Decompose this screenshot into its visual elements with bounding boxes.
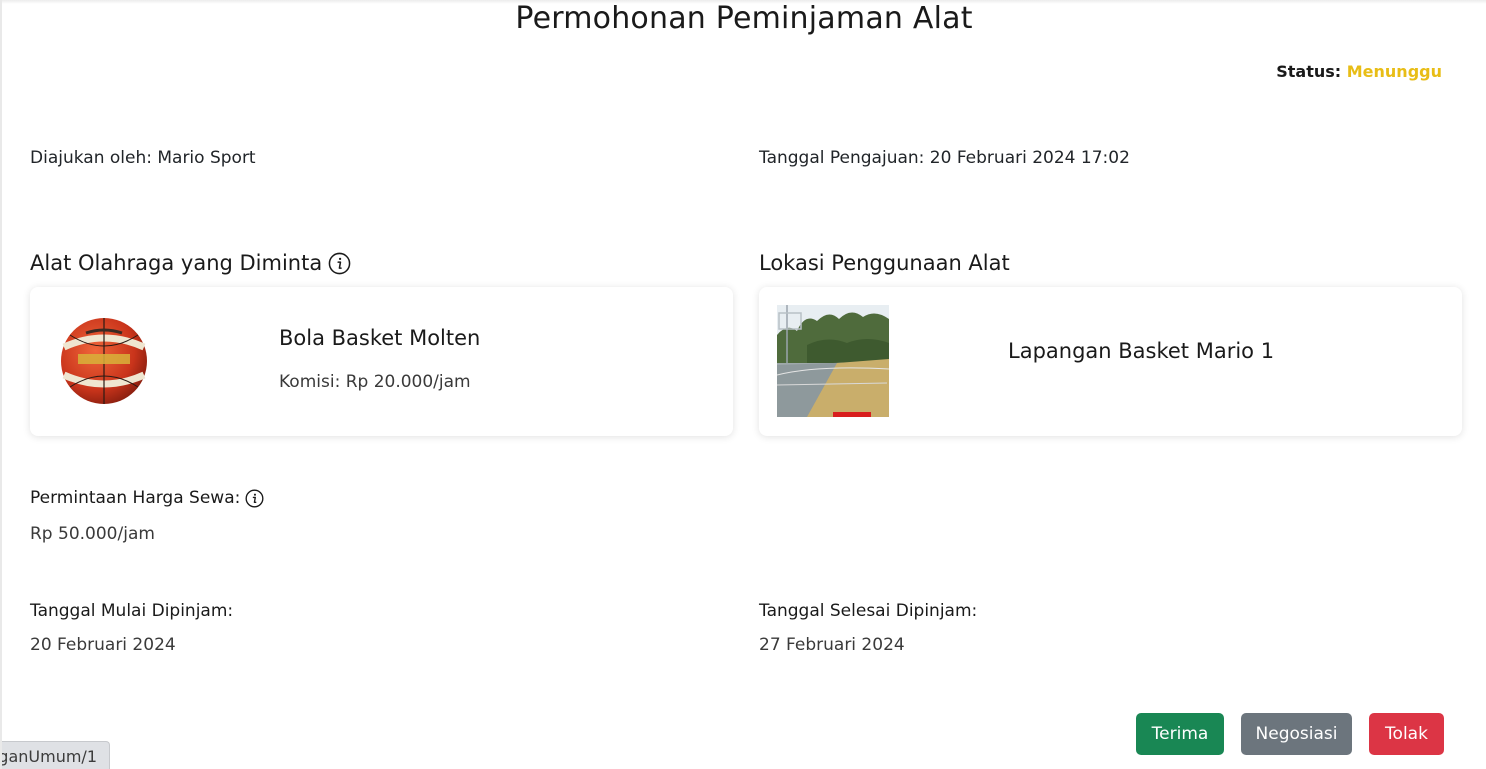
tool-card[interactable]: Bola Basket Molten Komisi: Rp 20.000/jam — [30, 287, 733, 436]
status-badge: Menunggu — [1346, 62, 1442, 81]
reject-button[interactable]: Tolak — [1369, 713, 1444, 755]
price-label: Permintaan Harga Sewa: — [30, 488, 264, 508]
tool-name: Bola Basket Molten — [279, 326, 481, 350]
end-date-label: Tanggal Selesai Dipinjam: — [759, 601, 978, 621]
status-label: Status: — [1276, 62, 1342, 81]
tool-commission: Komisi: Rp 20.000/jam — [279, 372, 471, 392]
price-value: Rp 50.000/jam — [30, 524, 155, 544]
end-date-value: 27 Februari 2024 — [759, 635, 905, 655]
info-circle-icon[interactable] — [328, 252, 351, 275]
url-status-hint: ...ganUmum/1 — [2, 741, 110, 769]
url-status-text: ...ganUmum/1 — [2, 747, 97, 766]
negotiate-button[interactable]: Negosiasi — [1241, 713, 1352, 755]
submission-date: Tanggal Pengajuan: 20 Februari 2024 17:0… — [759, 148, 1130, 168]
page-title: Permohonan Peminjaman Alat — [515, 1, 973, 36]
start-date-label: Tanggal Mulai Dipinjam: — [30, 601, 234, 621]
location-section-title: Lokasi Penggunaan Alat — [759, 251, 1010, 275]
basketball-image — [61, 318, 147, 404]
tool-section-title-text: Alat Olahraga yang Diminta — [30, 251, 323, 275]
court-photo — [777, 305, 889, 417]
status-indicator: Status: Menunggu — [1276, 62, 1442, 81]
price-label-text: Permintaan Harga Sewa: — [30, 488, 241, 508]
accept-button[interactable]: Terima — [1136, 713, 1224, 755]
start-date-value: 20 Februari 2024 — [30, 635, 176, 655]
location-card[interactable]: Lapangan Basket Mario 1 — [759, 287, 1462, 436]
page: Permohonan Peminjaman Alat Status: Menun… — [0, 0, 1486, 769]
tool-section-title: Alat Olahraga yang Diminta — [30, 251, 351, 275]
submitted-by: Diajukan oleh: Mario Sport — [30, 148, 256, 168]
info-circle-icon[interactable] — [245, 489, 264, 508]
location-name: Lapangan Basket Mario 1 — [1008, 339, 1275, 363]
